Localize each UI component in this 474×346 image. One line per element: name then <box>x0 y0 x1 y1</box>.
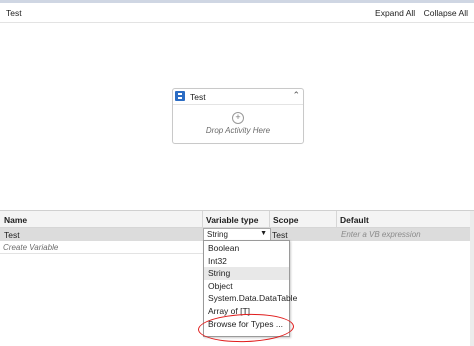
column-name[interactable]: Name <box>4 215 27 225</box>
collapse-all-link[interactable]: Collapse All <box>424 8 468 18</box>
dropdown-option-datatable[interactable]: System.Data.DataTable <box>204 292 297 305</box>
vertical-scrollbar[interactable] <box>470 211 474 346</box>
activity-header: Test ⌃ <box>173 89 303 105</box>
add-activity-icon[interactable]: + <box>232 112 244 124</box>
column-scope[interactable]: Scope <box>273 215 299 225</box>
column-default[interactable]: Default <box>340 215 369 225</box>
designer-header: Test Expand All Collapse All <box>0 3 474 23</box>
variables-header: Name Variable type Scope Default <box>0 211 474 228</box>
designer-title: Test <box>6 8 22 18</box>
activity-title: Test <box>190 92 206 102</box>
dropdown-option-int32[interactable]: Int32 <box>204 255 289 268</box>
variable-scope[interactable]: Test <box>272 230 288 240</box>
column-divider <box>202 211 203 227</box>
dropdown-arrow-icon[interactable]: ▼ <box>260 230 267 237</box>
create-variable-link[interactable]: Create Variable <box>3 243 58 252</box>
dropdown-option-string[interactable]: String <box>204 267 289 280</box>
header-links: Expand All Collapse All <box>369 8 468 18</box>
drop-activity-text: Drop Activity Here <box>205 126 271 135</box>
default-value-input[interactable]: Enter a VB expression <box>341 230 421 239</box>
dropdown-option-boolean[interactable]: Boolean <box>204 242 289 255</box>
expand-all-link[interactable]: Expand All <box>375 8 415 18</box>
column-divider <box>269 211 270 227</box>
dropdown-option-object[interactable]: Object <box>204 280 289 293</box>
column-divider <box>336 211 337 227</box>
double-chevron-up-icon[interactable]: ⌃ <box>292 90 300 101</box>
variable-type-value: String <box>207 230 228 239</box>
column-variable-type[interactable]: Variable type <box>206 215 258 225</box>
variable-name[interactable]: Test <box>4 230 20 240</box>
sequence-icon <box>175 91 185 101</box>
sequence-activity[interactable]: Test ⌃ + Drop Activity Here <box>172 88 304 144</box>
